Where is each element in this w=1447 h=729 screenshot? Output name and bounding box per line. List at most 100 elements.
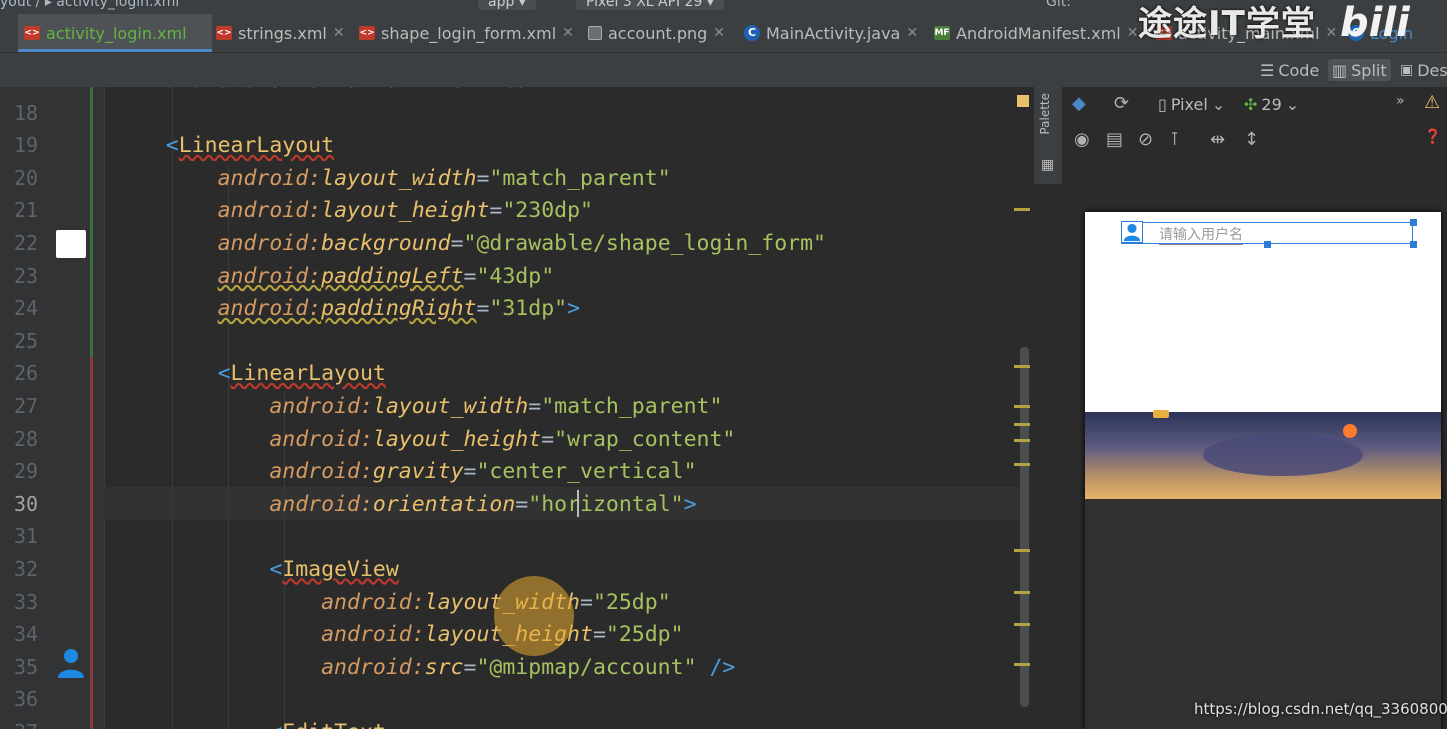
code-line[interactable]: android:orientation="vertical"	[114, 87, 554, 93]
warning-stripe[interactable]	[1014, 463, 1030, 466]
eye-icon[interactable]: ◉	[1074, 129, 1090, 150]
vertical-resize-icon[interactable]: ↕	[1244, 129, 1259, 150]
editor-scrollbar[interactable]	[1020, 347, 1029, 707]
device-preview[interactable]: 请输入用户名	[1085, 212, 1441, 729]
code-line[interactable]: <LinearLayout	[114, 133, 334, 158]
resize-handle[interactable]	[1264, 241, 1271, 248]
close-icon[interactable]: ✕	[333, 25, 345, 41]
code-line[interactable]: android:paddingRight="31dp">	[114, 296, 580, 321]
tab-shape-login-form[interactable]: <> shape_login_form.xml ✕	[359, 14, 574, 52]
tab-account-png[interactable]: account.png ✕	[588, 14, 725, 52]
code-line[interactable]: android:layout_height="25dp"	[114, 622, 684, 648]
pack-horizontal-icon[interactable]: ⇹	[1210, 129, 1225, 150]
resize-handle[interactable]	[1410, 241, 1417, 248]
run-config-select[interactable]: app ▾	[478, 0, 536, 10]
line-number: 18	[14, 100, 39, 125]
code-token: <	[269, 557, 283, 582]
grid-icon[interactable]: ▤	[1106, 129, 1123, 150]
tab-activity-login[interactable]: <> activity_login.xml	[18, 14, 212, 52]
close-icon[interactable]: ✕	[713, 25, 725, 41]
view-mode-bar: ☰ Code ▥ Split ▣ Des	[0, 53, 1447, 87]
api-level-selector[interactable]: ✣ 29 ⌄	[1244, 95, 1299, 114]
close-icon[interactable]: ✕	[1326, 25, 1338, 41]
warning-stripe[interactable]	[1014, 591, 1030, 594]
warning-stripe[interactable]	[1014, 365, 1030, 368]
warning-stripe[interactable]	[1014, 439, 1030, 442]
code-token: "25dp"	[605, 622, 684, 648]
account-icon[interactable]	[1121, 221, 1143, 243]
warning-stripe[interactable]	[1014, 663, 1030, 666]
tab-android-manifest[interactable]: MF AndroidManifest.xml ✕	[934, 14, 1138, 52]
device-select[interactable]: Pixel 3 XL API 29 ▾	[576, 0, 724, 10]
expand-more-icon[interactable]: »	[1396, 93, 1405, 109]
color-swatch-icon[interactable]	[56, 230, 86, 258]
design-mode-button[interactable]: ▣ Des	[1396, 59, 1447, 81]
rotate-icon[interactable]: ⟳	[1114, 93, 1129, 114]
warning-stripe[interactable]	[1014, 208, 1030, 211]
code-token: android:	[166, 87, 270, 93]
warning-marker[interactable]	[1017, 95, 1029, 107]
code-line[interactable]: android:paddingLeft="43dp"	[114, 264, 555, 289]
design-toolbar: ◆ ⟳ ▯ Pixel ⌄ ✣ 29 ⌄ » ⚠	[1062, 87, 1447, 123]
split-mode-label: Split	[1351, 60, 1387, 80]
code-token: =	[580, 589, 593, 615]
warning-stripe[interactable]	[1014, 405, 1030, 408]
close-icon[interactable]: ✕	[1127, 25, 1139, 41]
code-token: android:	[217, 198, 322, 224]
code-token: layout_width	[321, 165, 477, 191]
magnet-off-icon[interactable]: ⊘	[1138, 129, 1153, 150]
code-line[interactable]: android:layout_height="230dp"	[114, 198, 593, 223]
code-line[interactable]: <ImageView	[114, 557, 399, 582]
close-icon[interactable]: ✕	[562, 25, 574, 41]
code-token: "vertical"	[425, 87, 554, 93]
code-line[interactable]: android:layout_height="wrap_content"	[114, 427, 735, 452]
line-number: 31	[14, 524, 39, 549]
code-line[interactable]: android:background="@drawable/shape_logi…	[114, 231, 826, 256]
line-number: 36	[14, 687, 39, 712]
code-line[interactable]: android:src="@mipmap/account" />	[114, 655, 735, 680]
account-image-icon[interactable]	[56, 647, 86, 679]
layers-icon[interactable]: ◆	[1072, 93, 1086, 114]
line-number: 27	[14, 394, 39, 418]
code-mode-button[interactable]: ☰ Code	[1256, 59, 1323, 81]
warning-stripe[interactable]	[1014, 549, 1030, 552]
code-line[interactable]: android:layout_width="match_parent"	[114, 166, 671, 191]
code-line[interactable]: android:layout_width="25dp"	[114, 590, 671, 615]
code-token: >	[683, 491, 697, 517]
code-line[interactable]: android:orientation="horizontal">	[114, 491, 697, 517]
image-file-icon	[588, 26, 602, 40]
text-caret	[577, 490, 579, 517]
code-editor[interactable]: 17 18 19 20 21 22 23 24 25 26 27 28 29 30 31 32 33 34 35 36…	[0, 87, 1034, 729]
palette-icon: ▦	[1041, 157, 1055, 173]
device-selector[interactable]: ▯ Pixel ⌄	[1158, 95, 1225, 114]
tab-label: activity_login.xml	[46, 23, 187, 43]
menu-lines-icon: ☰	[1260, 60, 1275, 80]
palette-tool-window[interactable]: Palette ▦	[1034, 87, 1062, 184]
code-line[interactable]: <LinearLayout	[114, 361, 386, 386]
close-icon[interactable]: ✕	[906, 25, 918, 41]
code-line[interactable]: android:layout_width="match_parent"	[114, 394, 722, 419]
constraints-clear-icon[interactable]: ⊺	[1170, 129, 1179, 150]
watermark-text: 途途IT学堂	[1138, 4, 1316, 44]
code-line[interactable]: android:gravity="center_vertical"	[114, 459, 696, 484]
login-form-card[interactable]: 请输入用户名	[1085, 212, 1441, 412]
code-line[interactable]: <EditText	[114, 720, 386, 729]
tab-strings[interactable]: <> strings.xml ✕	[216, 14, 345, 52]
code-token: ImageView	[282, 557, 399, 582]
split-mode-button[interactable]: ▥ Split	[1328, 59, 1391, 81]
warning-stripe[interactable]	[1014, 423, 1030, 426]
breadcrumb[interactable]: yout / ▸ activity_login.xml	[0, 0, 179, 9]
code-token: <	[269, 720, 282, 729]
resize-handle[interactable]	[1410, 219, 1417, 226]
warning-stripe[interactable]	[1014, 623, 1030, 626]
help-icon[interactable]: ❓	[1424, 129, 1441, 145]
tab-main-activity[interactable]: C MainActivity.java ✕	[744, 14, 918, 52]
username-input-hint[interactable]: 请输入用户名	[1159, 224, 1243, 245]
warning-icon[interactable]: ⚠	[1424, 92, 1440, 113]
